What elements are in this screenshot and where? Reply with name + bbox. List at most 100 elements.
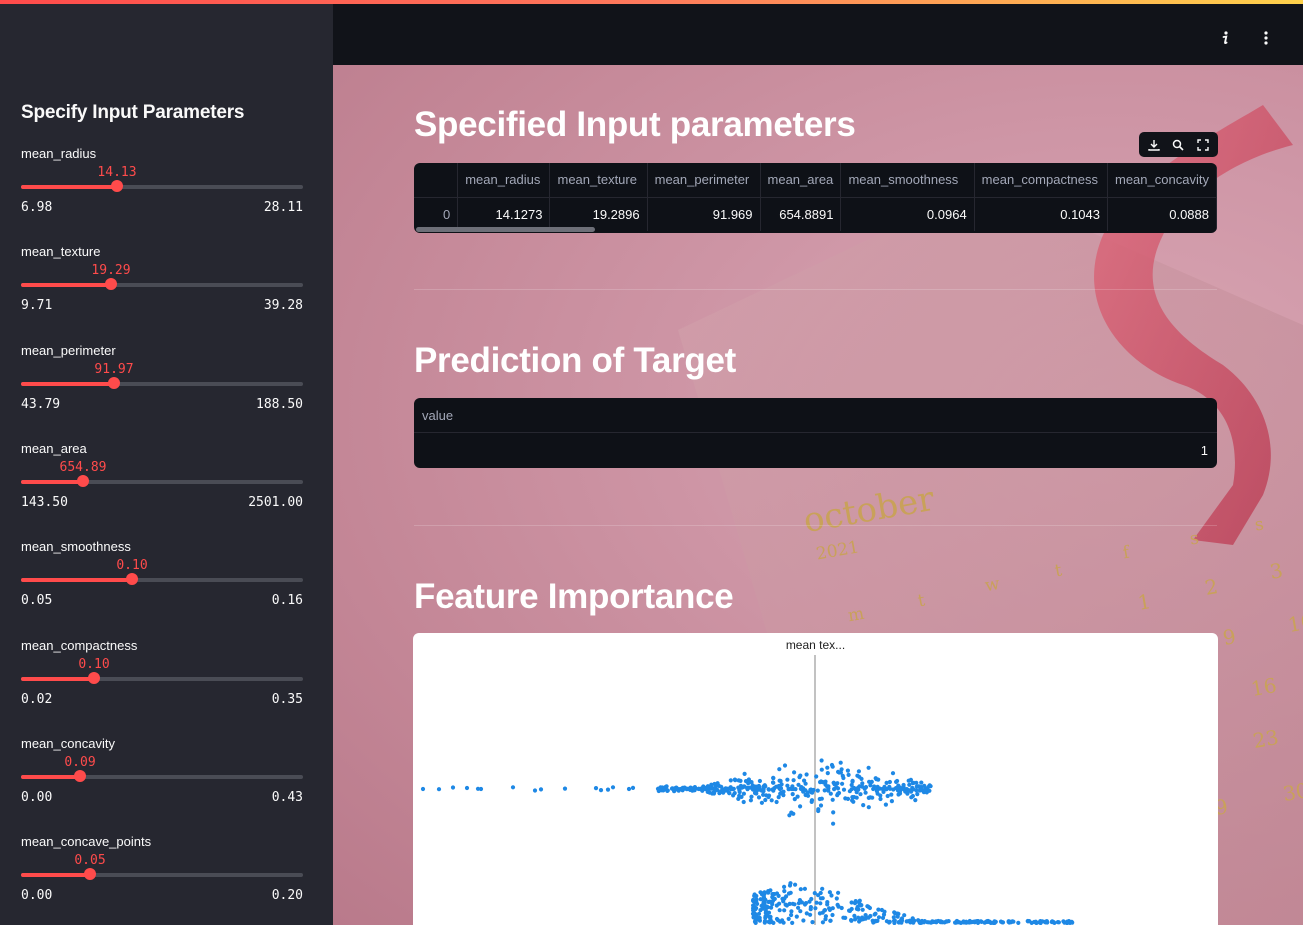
slider-mean_texture[interactable]: mean_texture 19.29 9.71 39.28 <box>21 244 303 324</box>
info-icon[interactable] <box>1213 26 1237 50</box>
beeswarm-dot <box>831 821 836 826</box>
table-cell[interactable]: 19.2896 <box>549 197 648 231</box>
input-parameters-dataframe[interactable]: mean_radius mean_texture mean_perimeter mea… <box>414 163 1217 233</box>
beeswarm-dot <box>894 911 899 916</box>
prediction-dataframe[interactable]: value 1 <box>414 398 1217 468</box>
shap-beeswarm-plot[interactable]: mean tex... <box>413 633 1218 925</box>
beeswarm-dot <box>436 787 442 792</box>
slider-thumb[interactable] <box>88 672 100 684</box>
slider-thumb[interactable] <box>77 475 89 487</box>
table-cell[interactable]: 654.8891 <box>760 197 842 231</box>
prediction-column-header: value <box>414 398 1217 433</box>
beeswarm-dot <box>808 790 814 795</box>
slider-track[interactable] <box>21 283 303 287</box>
column-header[interactable]: mean_compactness <box>974 163 1109 198</box>
beeswarm-dot <box>876 907 881 912</box>
beeswarm-dot <box>777 901 782 906</box>
beeswarm-dot <box>793 787 798 792</box>
beeswarm-dot <box>792 770 797 775</box>
beeswarm-dot <box>626 786 632 792</box>
beeswarm-dot <box>822 788 827 793</box>
search-icon[interactable] <box>1171 138 1185 152</box>
beeswarm-dot <box>860 907 865 912</box>
beeswarm-dot <box>810 920 815 925</box>
beeswarm-dot <box>854 795 859 800</box>
slider-min: 143.50 <box>21 495 68 510</box>
beeswarm-dot <box>776 893 781 898</box>
beeswarm-dot <box>751 908 756 913</box>
beeswarm-dot <box>998 919 1004 924</box>
beeswarm-dot <box>774 916 780 922</box>
table-cell[interactable]: 0.0964 <box>840 197 975 231</box>
slider-min: 43.79 <box>21 397 61 412</box>
slider-mean_radius[interactable]: mean_radius 14.13 6.98 28.11 <box>21 146 303 226</box>
beeswarm-dot <box>731 793 736 798</box>
slider-track[interactable] <box>21 578 303 582</box>
slider-track[interactable] <box>21 775 303 779</box>
beeswarm-dot <box>798 773 803 778</box>
slider-fill <box>21 677 94 681</box>
beeswarm-dot <box>786 891 792 896</box>
beeswarm-dot <box>743 779 749 784</box>
column-header[interactable]: mean_area <box>760 163 842 198</box>
column-header[interactable]: mean_texture <box>549 163 648 198</box>
slider-fill <box>21 775 80 779</box>
slider-thumb[interactable] <box>74 770 86 782</box>
slider-thumb[interactable] <box>84 868 96 880</box>
fullscreen-icon[interactable] <box>1196 138 1210 152</box>
slider-mean_perimeter[interactable]: mean_perimeter 91.97 43.79 188.50 <box>21 343 303 423</box>
slider-track[interactable] <box>21 185 303 189</box>
slider-mean_concave_points[interactable]: mean_concave_points 0.05 0.00 0.20 <box>21 834 303 914</box>
slider-thumb[interactable] <box>126 573 138 585</box>
beeswarm-dot <box>834 785 839 790</box>
beeswarm-dot <box>790 792 795 797</box>
column-header[interactable]: mean_smoothness <box>840 163 975 198</box>
slider-thumb[interactable] <box>105 278 117 290</box>
column-header[interactable]: mean_perimeter <box>647 163 761 198</box>
beeswarm-dot <box>840 781 845 786</box>
beeswarm-dot <box>866 795 871 800</box>
beeswarm-dot <box>721 790 726 795</box>
beeswarm-dot <box>728 778 733 783</box>
beeswarm-dot <box>827 890 832 895</box>
slider-track[interactable] <box>21 382 303 386</box>
beeswarm-dot <box>866 765 871 770</box>
table-cell[interactable]: 0.1043 <box>974 197 1109 231</box>
calendar-day: m <box>846 603 866 627</box>
column-header[interactable]: mean_radius <box>457 163 551 198</box>
beeswarm-dot <box>878 796 883 802</box>
table-cell[interactable]: 14.1273 <box>457 197 551 231</box>
download-icon[interactable] <box>1147 138 1161 152</box>
slider-track[interactable] <box>21 677 303 681</box>
beeswarm-dot <box>883 802 888 807</box>
beeswarm-dot <box>538 787 544 792</box>
slider-label: mean_compactness <box>21 638 138 653</box>
sidebar: Specify Input Parameters mean_radius 14.1… <box>0 0 333 925</box>
horizontal-scrollbar[interactable] <box>416 227 595 232</box>
beeswarm-dot <box>911 920 916 925</box>
beeswarm-dot <box>884 780 889 785</box>
slider-thumb[interactable] <box>111 180 123 192</box>
slider-mean_concavity[interactable]: mean_concavity 0.09 0.00 0.43 <box>21 736 303 816</box>
beeswarm-dot <box>877 786 882 791</box>
beeswarm-dot <box>709 786 714 791</box>
slider-mean_smoothness[interactable]: mean_smoothness 0.10 0.05 0.16 <box>21 539 303 619</box>
beeswarm-dot <box>786 916 791 921</box>
kebab-menu-icon[interactable] <box>1254 26 1278 50</box>
slider-max: 0.16 <box>271 593 303 608</box>
table-cell[interactable]: 91.969 <box>647 197 761 231</box>
column-header[interactable]: mean_concavity <box>1107 163 1217 198</box>
slider-track[interactable] <box>21 873 303 877</box>
beeswarm-dot <box>758 897 763 902</box>
beeswarm-dot <box>736 796 741 801</box>
slider-max: 188.50 <box>256 397 303 412</box>
slider-thumb[interactable] <box>108 377 120 389</box>
slider-mean_compactness[interactable]: mean_compactness 0.10 0.02 0.35 <box>21 638 303 718</box>
table-cell[interactable]: 0.0888 <box>1107 197 1217 231</box>
beeswarm-dot <box>830 764 835 769</box>
slider-track[interactable] <box>21 480 303 484</box>
beeswarm-dot <box>478 786 484 792</box>
beeswarm-dot <box>866 904 871 909</box>
beeswarm-dot <box>789 810 794 815</box>
slider-mean_area[interactable]: mean_area 654.89 143.50 2501.00 <box>21 441 303 521</box>
